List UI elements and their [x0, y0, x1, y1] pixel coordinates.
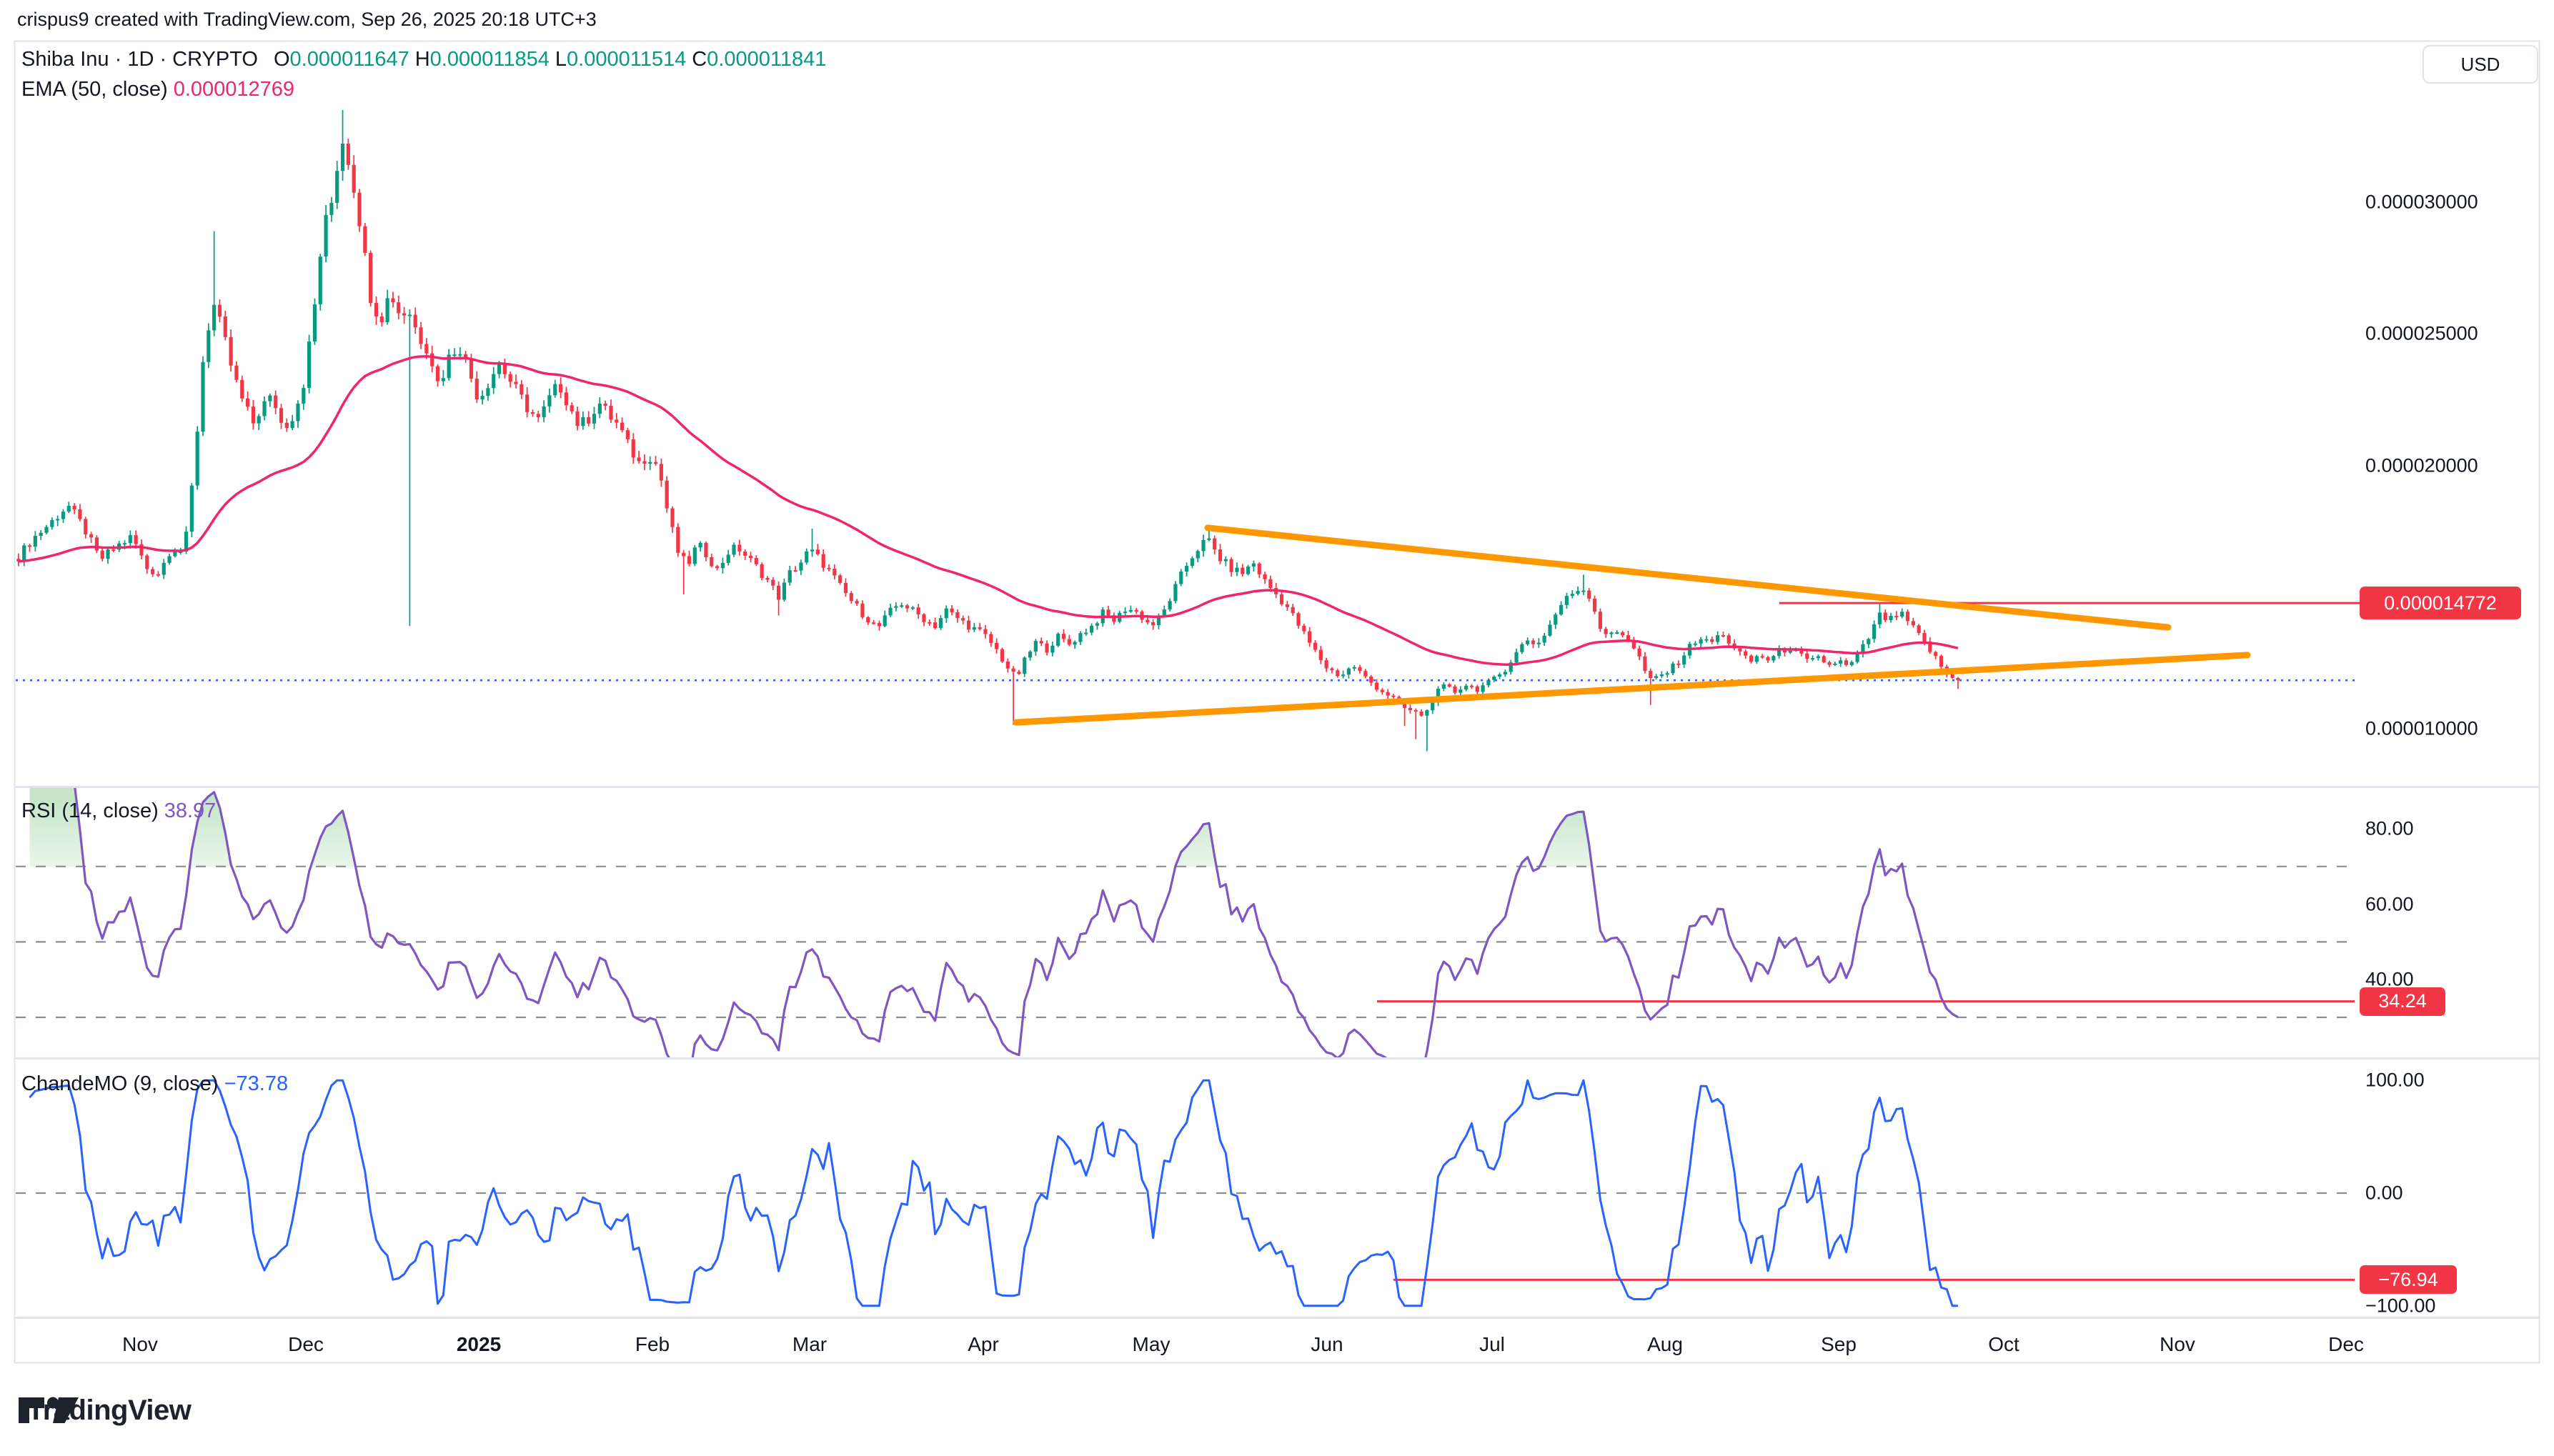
rsi-params: (14, close): [61, 799, 158, 823]
price-line-badge: 0.000014772: [2360, 587, 2521, 619]
main-price-pane[interactable]: [16, 110, 1959, 751]
overlay-lines: [16, 528, 2360, 722]
close-label: C: [692, 47, 707, 71]
tradingview-logo-icon: [17, 1395, 80, 1426]
chart-canvas[interactable]: [0, 0, 2554, 1456]
rsi-axis-label: 80.00: [2365, 818, 2414, 840]
time-axis-label[interactable]: Nov: [2160, 1333, 2195, 1356]
chandemo-axis-label: 0.00: [2365, 1182, 2403, 1205]
ema-label: EMA (50, close): [21, 77, 168, 101]
symbol-title: Shiba Inu · 1D · CRYPTO: [21, 47, 258, 71]
ema-legend[interactable]: EMA (50, close) 0.000012769: [21, 77, 294, 101]
high-label: H: [415, 47, 430, 71]
chandemo-legend[interactable]: ChandeMO (9, close) −73.78: [21, 1072, 288, 1096]
high-value: 0.000011854: [430, 47, 550, 71]
time-axis-label[interactable]: Jul: [1479, 1333, 1505, 1356]
open-label: O: [274, 47, 290, 71]
time-axis-label[interactable]: 2025: [457, 1333, 501, 1356]
symbol-legend[interactable]: Shiba Inu · 1D · CRYPTO O0.000011647 H0.…: [21, 47, 826, 71]
time-axis-label[interactable]: Nov: [122, 1333, 158, 1356]
time-axis-label[interactable]: Mar: [792, 1333, 827, 1356]
time-axis-label[interactable]: Dec: [288, 1333, 324, 1356]
low-value: 0.000011514: [567, 47, 686, 71]
widget-frame: [15, 41, 2540, 1363]
chandemo-value: −73.78: [224, 1072, 289, 1096]
time-axis-label[interactable]: Apr: [968, 1333, 999, 1356]
rsi-label: RSI: [21, 799, 56, 823]
rsi-level-badge: 34.24: [2360, 987, 2445, 1016]
time-axis-label[interactable]: Oct: [1988, 1333, 2019, 1356]
currency-button[interactable]: USD: [2423, 45, 2538, 84]
rsi-axis-label: 60.00: [2365, 893, 2414, 915]
chandemo-axis-label: −100.00: [2365, 1295, 2435, 1317]
time-axis-label[interactable]: Feb: [635, 1333, 670, 1356]
price-axis-label: 0.000025000: [2365, 323, 2478, 345]
chandemo-pane[interactable]: [16, 1080, 2360, 1306]
chandemo-axis-label: 100.00: [2365, 1069, 2425, 1092]
ema-value: 0.000012769: [174, 77, 294, 101]
rsi-legend[interactable]: RSI (14, close) 38.97: [21, 799, 216, 823]
time-axis-label[interactable]: Aug: [1647, 1333, 1683, 1356]
price-axis-label: 0.000030000: [2365, 191, 2478, 214]
time-axis-label[interactable]: Jun: [1311, 1333, 1343, 1356]
close-value: 0.000011841: [707, 47, 826, 71]
chandemo-level-badge: −76.94: [2360, 1265, 2457, 1294]
time-axis-label[interactable]: May: [1133, 1333, 1171, 1356]
rsi-pane[interactable]: [16, 762, 2360, 1078]
tradingview-logo[interactable]: TradingView: [17, 1395, 191, 1427]
time-axis-label[interactable]: Dec: [2328, 1333, 2364, 1356]
price-axis-label: 0.000020000: [2365, 454, 2478, 477]
rsi-value: 38.97: [164, 799, 217, 823]
chandemo-label: ChandeMO: [21, 1072, 127, 1096]
chandemo-params: (9, close): [133, 1072, 218, 1096]
low-label: L: [555, 47, 567, 71]
open-value: 0.000011647: [290, 47, 409, 71]
tradingview-snapshot: crispus9 created with TradingView.com, S…: [0, 0, 2554, 1456]
price-axis-label: 0.000010000: [2365, 718, 2478, 740]
time-axis-label[interactable]: Sep: [1821, 1333, 1857, 1356]
